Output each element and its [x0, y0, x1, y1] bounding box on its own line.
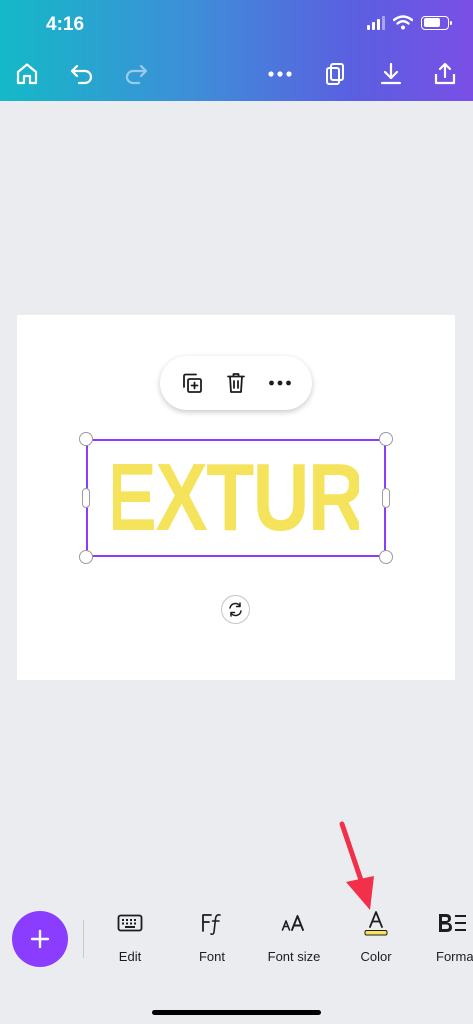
- wifi-icon: [393, 15, 413, 30]
- download-button[interactable]: [376, 60, 406, 88]
- redo-button[interactable]: [121, 60, 151, 88]
- toolbar-divider: [83, 920, 84, 958]
- text-color-icon: [364, 911, 388, 936]
- add-element-button[interactable]: [12, 911, 68, 967]
- home-button[interactable]: [12, 60, 42, 88]
- resize-handle-bottom-left[interactable]: [79, 550, 93, 564]
- battery-icon: [421, 15, 452, 30]
- status-icons: [367, 15, 452, 30]
- font-size-tool-button[interactable]: Font size: [264, 905, 324, 975]
- font-tool-label: Font: [198, 949, 225, 964]
- plus-icon: [30, 929, 50, 949]
- color-tool-button[interactable]: Color: [356, 905, 396, 975]
- share-button[interactable]: [430, 60, 460, 88]
- resize-handle-bottom-right[interactable]: [379, 550, 393, 564]
- keyboard-icon: [117, 914, 143, 932]
- format-tool-button[interactable]: Forma: [436, 905, 473, 975]
- resize-handle-right[interactable]: [382, 488, 390, 508]
- redo-icon: [125, 64, 148, 85]
- share-icon: [434, 62, 456, 85]
- undo-icon: [70, 64, 93, 85]
- format-icon: [439, 914, 466, 932]
- more-options-button[interactable]: [265, 60, 295, 88]
- rotate-handle[interactable]: [221, 595, 250, 624]
- delete-button[interactable]: [220, 367, 252, 399]
- trash-icon: [227, 373, 245, 393]
- annotation-arrow-icon: [339, 821, 374, 910]
- resize-handle-top-right[interactable]: [379, 432, 393, 446]
- download-icon: [380, 62, 402, 85]
- resize-handle-top-left[interactable]: [79, 432, 93, 446]
- pages-icon: [326, 63, 344, 85]
- signal-icon: [367, 15, 385, 30]
- selection-box: [86, 439, 386, 557]
- status-time: 4:16: [46, 14, 85, 35]
- edit-tool-label: Edit: [118, 949, 142, 964]
- element-more-button[interactable]: [264, 367, 296, 399]
- home-indicator: [152, 1010, 321, 1015]
- font-size-tool-label: Font size: [267, 949, 321, 964]
- edit-tool-button[interactable]: Edit: [110, 905, 150, 975]
- pages-button[interactable]: [320, 60, 350, 88]
- element-context-menu: [160, 356, 312, 410]
- rotate-icon: [229, 602, 242, 617]
- duplicate-icon: [183, 373, 202, 393]
- more-icon: [268, 71, 292, 77]
- duplicate-button[interactable]: [176, 367, 208, 399]
- top-bar: 4:16: [0, 0, 473, 101]
- font-icon: [202, 914, 221, 936]
- undo-button[interactable]: [67, 60, 97, 88]
- resize-handle-left[interactable]: [82, 488, 90, 508]
- font-tool-button[interactable]: Font: [192, 905, 232, 975]
- home-icon: [16, 63, 38, 85]
- color-tool-label: Color: [360, 949, 392, 964]
- format-tool-label: Forma: [436, 949, 473, 964]
- font-size-icon: [281, 915, 304, 931]
- more-icon: [269, 380, 291, 386]
